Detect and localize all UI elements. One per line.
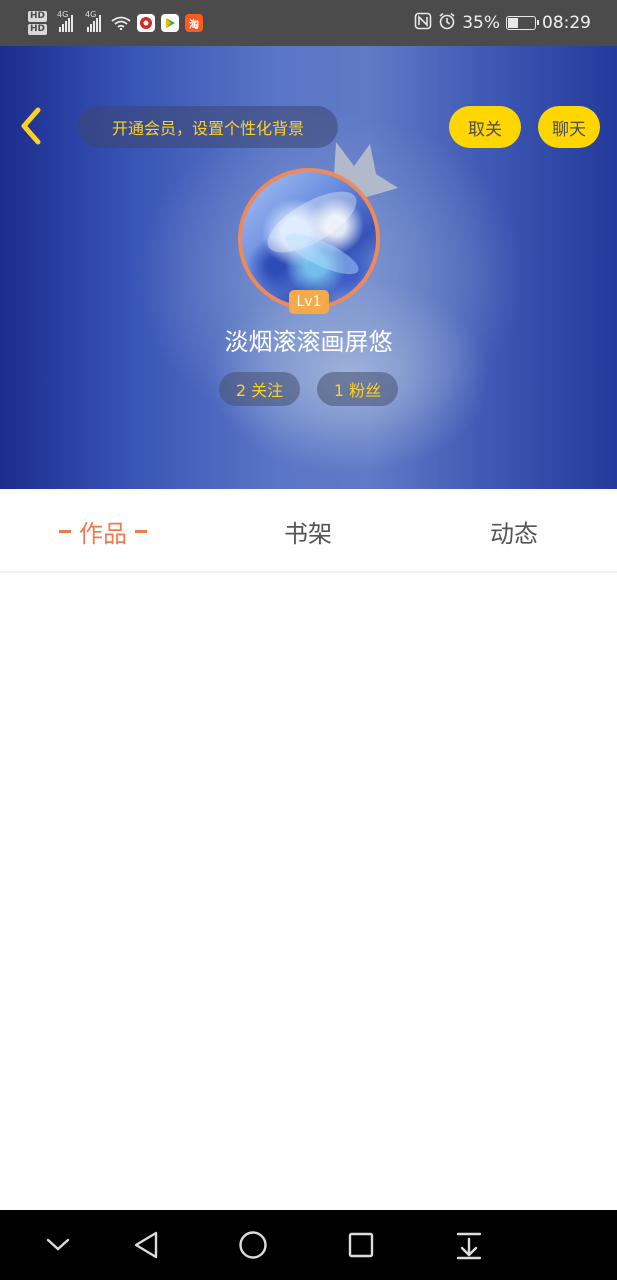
clock: 08:29 [542,13,591,33]
alarm-icon [438,12,456,35]
wifi-icon [111,16,131,30]
battery-icon [506,16,539,30]
signal-icon: 4G [85,10,102,32]
tab-indicator-left [59,529,71,533]
followers-count[interactable]: 1 粉丝 [317,372,398,406]
nfc-icon [414,12,432,35]
tab-works[interactable]: 作品 [40,489,166,573]
app-notification-icon [137,14,156,32]
pull-down-icon [456,1232,482,1260]
username: 淡烟滚滚画屏悠 [224,328,393,356]
nav-recent-button[interactable] [331,1210,391,1280]
status-left: HD HD 4G 4G 淘 [28,8,204,38]
chevron-down-icon [46,1238,70,1251]
status-bar: HD HD 4G 4G 淘 35% 08:29 [0,0,617,46]
system-nav-bar [0,1210,617,1280]
tab-bookshelf[interactable]: 书架 [250,489,366,573]
following-count[interactable]: 2 关注 [219,372,300,406]
profile-tabs: 作品 书架 动态 [0,489,617,573]
battery-fill [508,18,518,28]
back-button[interactable] [14,104,50,148]
profile-screen: HD HD 4G 4G 淘 35% 08:29 开通会员，设置个性化背景 取关 … [0,0,617,1280]
network-type-label: 4G [57,10,69,19]
profile-header: 开通会员，设置个性化背景 取关 聊天 Lv1 淡烟滚滚画屏悠 2 关注 1 粉丝 [0,46,617,489]
taobao-icon: 淘 [185,14,204,32]
chat-button[interactable]: 聊天 [538,106,600,148]
tab-content-area [0,575,617,1210]
unfollow-button[interactable]: 取关 [449,106,521,148]
play-store-icon [161,14,180,32]
square-recent-icon [348,1232,374,1258]
network-type-label: 4G [85,10,97,19]
hd-badge: HD [28,11,48,22]
tab-indicator-right [135,529,147,533]
level-badge: Lv1 [289,290,329,314]
nav-home-button[interactable] [223,1210,283,1280]
vip-background-prompt[interactable]: 开通会员，设置个性化背景 [78,106,338,148]
battery-percent: 35% [462,13,500,33]
tab-works-label: 作品 [79,519,127,548]
triangle-back-icon [134,1231,158,1259]
chevron-left-icon [21,107,41,145]
nav-hide-button[interactable] [28,1210,88,1280]
nav-notification-button[interactable] [439,1210,499,1280]
signal-icon: 4G [57,10,74,32]
status-right: 35% 08:29 [414,8,591,38]
avatar [238,168,380,310]
avatar-container[interactable] [238,168,380,310]
circle-home-icon [239,1231,267,1259]
tab-feed[interactable]: 动态 [456,489,572,573]
hd-badge: HD [28,24,48,35]
hd-indicators: HD HD [28,11,48,35]
nav-back-button[interactable] [116,1210,176,1280]
